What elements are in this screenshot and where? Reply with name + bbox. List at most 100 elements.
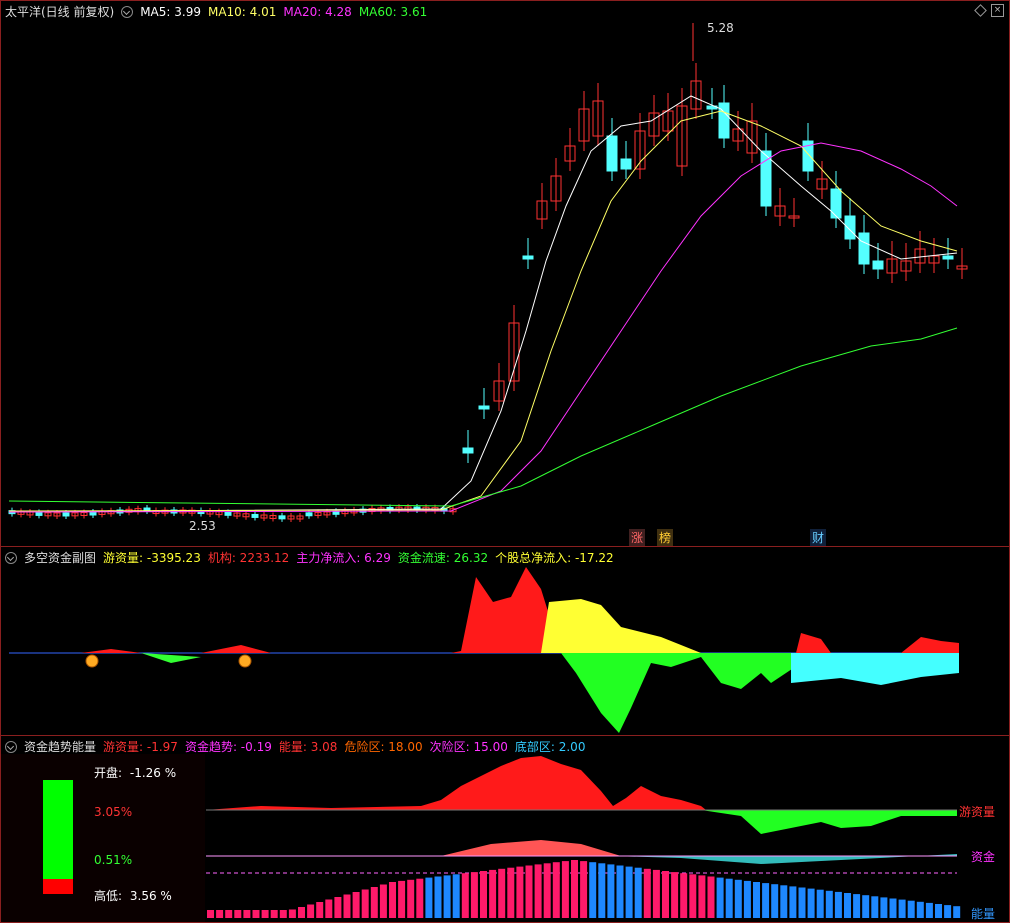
energy-bar (534, 864, 542, 918)
energy-bar (325, 899, 333, 918)
energy-bar (798, 887, 806, 918)
energy-bar (407, 879, 415, 918)
youzi-red-area (206, 756, 706, 810)
candlestick-chart[interactable] (1, 1, 1009, 546)
energy-bar (571, 860, 578, 918)
energy-bar (379, 884, 387, 918)
energy-bar (598, 863, 606, 918)
energy-bar (343, 894, 351, 918)
right-label-nengliang: 能量 (970, 907, 995, 921)
low-price-label: 2.53 (189, 519, 216, 533)
energy-bar (225, 910, 233, 918)
energy-bar (370, 887, 378, 918)
energy-bar (671, 872, 679, 918)
candle-body (278, 515, 286, 520)
energy-bar (243, 910, 251, 918)
energy-bar (707, 876, 715, 918)
energy-bar (507, 867, 515, 918)
green-area (561, 653, 801, 733)
energy-bar (625, 866, 633, 918)
energy-bar (944, 905, 952, 918)
energy-bar (580, 861, 588, 918)
energy-bar (643, 868, 651, 918)
energy-bar (825, 890, 833, 918)
candle-body (478, 405, 490, 410)
energy-bar (434, 876, 442, 918)
energy-bar (935, 904, 942, 918)
signal-up-icon (238, 654, 252, 668)
candle-body (942, 255, 954, 260)
yellow-area (541, 599, 701, 653)
energy-chart[interactable] (1, 736, 1009, 922)
energy-bar (279, 910, 287, 918)
candle-body (224, 511, 232, 516)
energy-bar (789, 886, 797, 918)
energy-bar (816, 889, 824, 918)
energy-bar (925, 902, 933, 918)
energy-bar (780, 885, 788, 918)
candle-body (606, 135, 618, 172)
energy-bar (762, 883, 770, 918)
bang-marker[interactable]: 榜 (657, 529, 674, 546)
right-label-youzi: 游资量 (958, 805, 995, 819)
energy-bar (398, 880, 406, 918)
ma10-line (8, 110, 958, 512)
energy-bar (916, 901, 924, 918)
energy-bar (361, 889, 369, 918)
high-price-label: 5.28 (707, 21, 734, 35)
energy-bar (543, 863, 551, 918)
energy-bar (834, 891, 842, 918)
candle-body (872, 260, 884, 270)
energy-bar (725, 878, 733, 918)
candle-body (522, 255, 534, 260)
energy-bar (234, 910, 242, 918)
energy-bar (452, 874, 460, 918)
energy-bar (498, 868, 506, 918)
energy-bar (771, 884, 779, 918)
energy-bar (461, 873, 469, 918)
cai-marker[interactable]: 财 (810, 529, 827, 546)
energy-bar (662, 871, 669, 918)
energy-bar (953, 906, 961, 918)
energy-bar (862, 895, 870, 918)
energy-bar (516, 866, 524, 918)
energy-bar (307, 904, 315, 918)
energy-bar (270, 910, 278, 918)
energy-bar (298, 907, 305, 918)
zhang-marker[interactable]: 涨 (629, 529, 646, 546)
energy-bar (389, 882, 396, 918)
energy-bar (734, 879, 742, 918)
energy-bar (489, 869, 497, 918)
energy-bar (607, 864, 615, 918)
energy-bar (743, 880, 751, 918)
energy-bar (716, 877, 724, 918)
energy-bar (334, 897, 342, 918)
energy-bar (616, 865, 624, 918)
candle-body (858, 232, 870, 265)
capital-flow-panel[interactable]: 多空资金副图 游资量: -3395.23 机构: 2233.12 主力净流入: … (0, 546, 1010, 736)
energy-bar (261, 910, 269, 918)
right-label-zijin: 资金 (970, 850, 995, 864)
red-area-right (796, 633, 959, 653)
ma60-line (8, 327, 958, 507)
cyan-area (791, 653, 959, 685)
capital-flow-chart[interactable] (1, 547, 1009, 735)
energy-bar (470, 872, 478, 918)
energy-panel[interactable]: 资金趋势能量 游资量: -1.97 资金趋势: -0.19 能量: 3.08 危… (0, 735, 1010, 923)
candle-body (35, 511, 43, 516)
energy-bar (425, 877, 433, 918)
red-area (9, 567, 561, 653)
energy-bar (844, 893, 851, 918)
green-area-left (141, 653, 201, 663)
youzi-green-area (701, 810, 957, 834)
candle-body (62, 512, 70, 517)
signal-up-icon (85, 654, 99, 668)
energy-bar (634, 867, 642, 918)
price-chart-panel[interactable]: 太平洋(日线 前复权) MA5: 3.99 MA10: 4.01 MA20: 4… (0, 0, 1010, 547)
energy-bar (689, 874, 697, 918)
candle-body (305, 512, 313, 517)
energy-bar (207, 910, 214, 918)
energy-bar (898, 899, 906, 918)
energy-bar (698, 875, 706, 918)
candle-body (89, 511, 97, 516)
